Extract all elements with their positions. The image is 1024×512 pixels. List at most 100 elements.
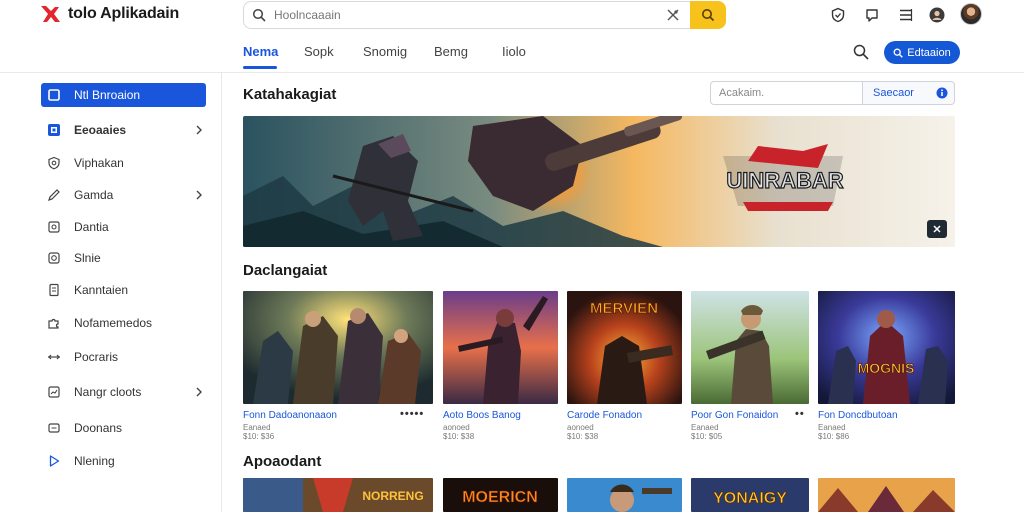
game-title[interactable]: Poor Gon Fonaidon	[691, 410, 778, 421]
avatar[interactable]	[960, 3, 982, 25]
target-icon	[48, 252, 60, 264]
game-thumbnail[interactable]: YONAIGY	[691, 478, 809, 512]
nav-search-icon[interactable]	[853, 44, 869, 60]
svg-text:NORRENG: NORRENG	[362, 489, 423, 503]
game-title[interactable]: Fonn Dadoanonaaon	[243, 410, 337, 421]
game-card[interactable]: Aoto Boos Banog aonoed $10: $38	[443, 291, 558, 441]
game-card[interactable]: Poor Gon Fonaidon Eanaed $10: $05 ••	[691, 291, 809, 441]
search-go-icon	[702, 9, 715, 22]
sidebar-item-3[interactable]: Gamda	[41, 183, 206, 207]
search-icon	[252, 8, 266, 22]
sidebar-item-1[interactable]: Eeoaaies	[41, 118, 206, 142]
sidebar-item-label: Nofamemedos	[74, 316, 153, 330]
info-icon	[936, 87, 948, 99]
sidebar-item-label: Eeoaaies	[74, 123, 127, 137]
chat-icon[interactable]	[864, 7, 880, 23]
game-card[interactable]: MOGNIS Fon Doncdbutoan Eanaed $10: $86	[818, 291, 955, 441]
sidebar-item-label: Doonans	[74, 421, 123, 435]
game-thumbnail-art	[691, 291, 809, 404]
game-card[interactable]: MERVIEN Carode Fonadon aonoed $10: $38	[567, 291, 682, 441]
primary-action-button[interactable]: Edtaaion	[884, 41, 960, 64]
profile-icon[interactable]	[929, 7, 945, 23]
sidebar-item-9[interactable]: Nangr cloots	[41, 380, 206, 404]
tab-snomig[interactable]: Snomig	[363, 44, 434, 59]
search-small-icon	[893, 48, 904, 58]
chevron-right-icon[interactable]	[194, 386, 204, 398]
more-options-icon[interactable]: •••••	[400, 408, 424, 420]
image-icon	[48, 221, 60, 233]
game-thumbnail[interactable]: MERVIEN	[567, 291, 682, 404]
sidebar-item-7[interactable]: Nofamemedos	[41, 311, 206, 335]
global-search[interactable]	[243, 1, 690, 29]
chevron-right-icon[interactable]	[194, 124, 204, 136]
grid-icon	[48, 124, 60, 136]
game-thumbnail-art: YONAIGY	[691, 478, 809, 512]
chart-icon	[48, 386, 60, 398]
filter-input[interactable]	[710, 81, 863, 105]
filter-button-label: Saecaor	[873, 87, 914, 99]
menu-icon[interactable]	[898, 7, 914, 23]
header-divider	[0, 72, 1024, 73]
game-thumbnail-art	[567, 478, 682, 512]
app-logo[interactable]: tolo Aplikadain	[40, 4, 179, 24]
game-thumbnail[interactable]: MOGNIS	[818, 291, 955, 404]
svg-text:MOGNIS: MOGNIS	[858, 360, 915, 376]
game-title[interactable]: Carode Fonadon	[567, 410, 642, 421]
game-thumbnail-art: MOERICN	[443, 478, 558, 512]
search-input[interactable]	[274, 8, 654, 22]
section-title-recommended: Apoaodant	[243, 453, 322, 470]
hero-banner[interactable]: UINRABAR	[243, 116, 955, 247]
clear-search-icon[interactable]	[666, 8, 680, 22]
hero-banner-art: UINRABAR	[243, 116, 955, 247]
section-title-featured: Katahakagiat	[243, 86, 337, 103]
game-thumbnail-art: MOGNIS	[818, 291, 955, 404]
sidebar-item-11[interactable]: Nlening	[41, 449, 206, 473]
sidebar-item-8[interactable]: Pocraris	[41, 345, 206, 369]
logo-mark-icon	[41, 6, 60, 22]
game-thumbnail[interactable]	[443, 291, 558, 404]
game-title[interactable]: Aoto Boos Banog	[443, 410, 521, 421]
sidebar-item-5[interactable]: Slnie	[41, 246, 206, 270]
tab-nema[interactable]: Nema	[243, 44, 304, 59]
game-thumbnail[interactable]	[567, 478, 682, 512]
chevron-right-icon[interactable]	[194, 189, 204, 201]
svg-text:YONAIGY: YONAIGY	[713, 490, 787, 507]
document-icon	[49, 283, 59, 297]
game-thumbnail-art: MERVIEN	[567, 291, 682, 404]
shield-outline-icon	[48, 156, 60, 170]
search-submit-button[interactable]	[690, 1, 726, 29]
sidebar-item-2[interactable]: Viphakan	[41, 151, 206, 175]
section-title-popular: Daclangaiat	[243, 262, 328, 279]
sidebar-item-label: Slnie	[74, 251, 101, 265]
tab-bemg[interactable]: Bemg	[434, 44, 502, 59]
banner-close-button[interactable]	[927, 220, 947, 238]
sidebar-item-4[interactable]: Dantia	[41, 215, 206, 239]
game-thumbnail[interactable]	[243, 291, 433, 404]
game-thumbnail-art: NORRENG	[243, 478, 433, 512]
game-title[interactable]: Fon Doncdbutoan	[818, 410, 898, 421]
game-thumbnail[interactable]	[818, 478, 955, 512]
shield-icon[interactable]	[830, 7, 846, 23]
sidebar-item-label: Gamda	[74, 188, 114, 202]
sidebar-item-label: Viphakan	[74, 156, 124, 170]
svg-text:MERVIEN: MERVIEN	[590, 300, 658, 317]
tab-iiolo[interactable]: Iiolo	[502, 44, 526, 59]
active-tab-indicator	[243, 66, 277, 69]
game-thumbnail[interactable]: NORRENG	[243, 478, 433, 512]
tab-sopk[interactable]: Sopk	[304, 44, 363, 59]
folder-icon	[48, 423, 60, 433]
game-thumbnail[interactable]	[691, 291, 809, 404]
play-icon	[49, 455, 60, 467]
more-options-icon[interactable]: ••	[795, 408, 805, 420]
game-thumbnail-art	[818, 478, 955, 512]
filter-button[interactable]: Saecaor	[863, 81, 955, 105]
game-card[interactable]: Fonn Dadoanonaaon Eanaed $10: $36 •••••	[243, 291, 433, 441]
game-thumbnail[interactable]: MOERICN	[443, 478, 558, 512]
sidebar-item-6[interactable]: Kanntaien	[41, 278, 206, 302]
primary-action-label: Edtaaion	[907, 46, 951, 59]
main-nav: Nema Sopk Snomig Bemg Iiolo	[243, 44, 526, 59]
puzzle-icon	[48, 318, 59, 329]
sidebar-item-0[interactable]: Ntl Bnroaion	[41, 83, 206, 107]
top-bar: tolo Aplikadain	[0, 0, 1024, 30]
sidebar-item-10[interactable]: Doonans	[41, 416, 206, 440]
